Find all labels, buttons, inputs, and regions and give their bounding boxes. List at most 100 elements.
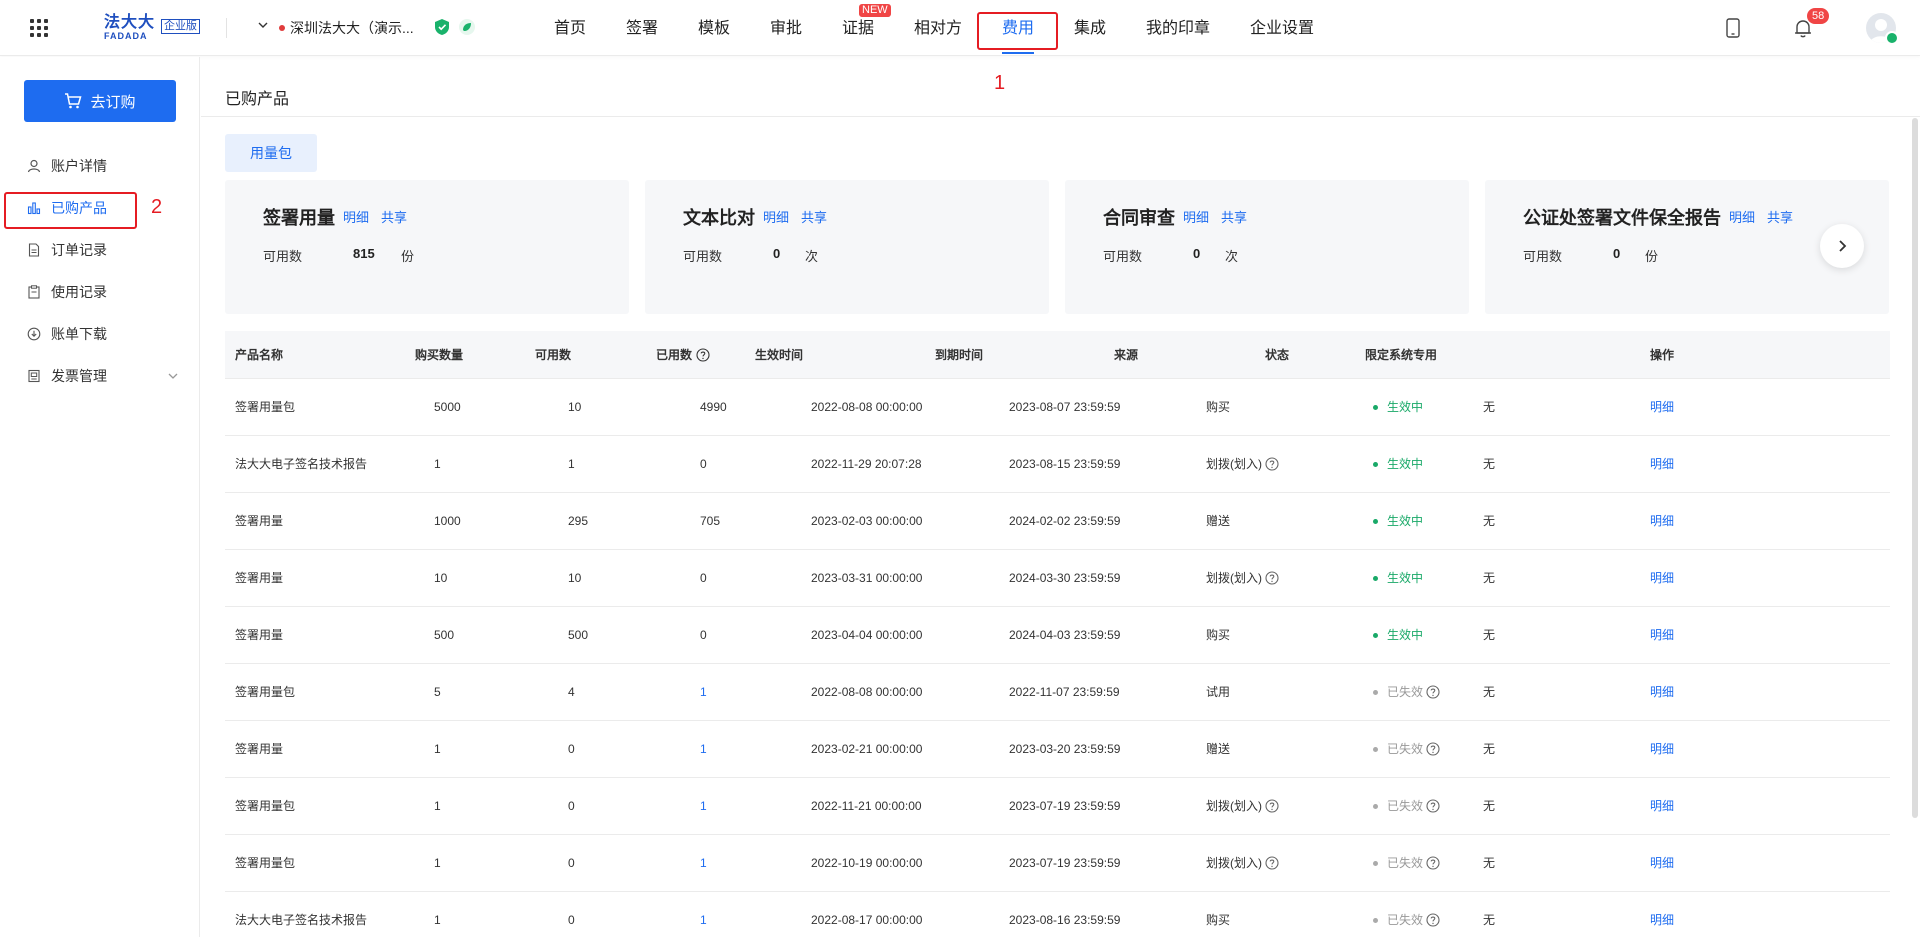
clipboard-icon xyxy=(28,285,40,299)
cell-start-time: 2022-11-21 00:00:00 xyxy=(811,799,922,813)
detail-link[interactable]: 明细 xyxy=(1650,721,1674,777)
card-label: 可用数 xyxy=(1103,249,1143,264)
chevron-down-icon[interactable] xyxy=(258,20,268,30)
cell-used: 1 xyxy=(700,799,707,813)
verified-shield-icon xyxy=(435,19,449,35)
cards-next-button[interactable] xyxy=(1820,224,1864,268)
status-dot xyxy=(1373,860,1378,866)
status-dot xyxy=(1373,689,1378,695)
go-order-button[interactable]: 去订购 xyxy=(24,80,176,122)
chevron-down-icon[interactable] xyxy=(168,371,178,381)
cell-purchased-qty: 1 xyxy=(434,856,441,870)
mobile-phone-icon[interactable] xyxy=(1725,18,1741,38)
nav-templates[interactable]: 模板 xyxy=(698,0,730,56)
cell-end-time: 2023-07-19 23:59:59 xyxy=(1009,856,1121,870)
nav-approval[interactable]: 审批 xyxy=(770,0,802,56)
card-detail-link[interactable]: 明细 xyxy=(1183,207,1209,226)
detail-link[interactable]: 明细 xyxy=(1650,835,1674,891)
cell-restricted: 无 xyxy=(1483,514,1496,528)
edition-badge: 企业版 xyxy=(161,19,200,34)
cell-end-time: 2022-11-07 23:59:59 xyxy=(1009,685,1120,699)
nav-home[interactable]: 首页 xyxy=(554,0,586,56)
cell-product-name: 法大大电子签名技术报告 xyxy=(235,457,368,471)
nav-my-seals[interactable]: 我的印章 xyxy=(1146,0,1210,56)
detail-link[interactable]: 明细 xyxy=(1650,778,1674,834)
help-icon[interactable] xyxy=(1426,799,1440,813)
help-icon[interactable] xyxy=(1265,856,1279,870)
nav-integration[interactable]: 集成 xyxy=(1074,0,1106,56)
status-dot xyxy=(1373,461,1378,467)
cell-source-label: 购买 xyxy=(1206,913,1231,927)
card-detail-link[interactable]: 明细 xyxy=(343,207,369,226)
table-row: 签署用量包 1 0 1 2022-11-21 00:00:00 2023-07-19 23… xyxy=(225,778,1890,835)
cell-status: 生效中 xyxy=(1373,607,1423,663)
table-row: 签署用量 10 10 0 2023-03-31 00:00:00 2024-03-30 2… xyxy=(225,550,1890,607)
help-icon[interactable] xyxy=(1426,913,1440,927)
tab-usage-package[interactable]: 用量包 xyxy=(225,134,317,172)
sidebar-item-usage-records[interactable]: 使用记录 xyxy=(0,277,200,307)
card-detail-link[interactable]: 明细 xyxy=(763,207,789,226)
help-icon[interactable] xyxy=(1265,571,1279,585)
status-dot xyxy=(1373,575,1378,581)
cell-used: 0 xyxy=(700,457,707,471)
cell-end-time: 2023-03-20 23:59:59 xyxy=(1009,742,1121,756)
cell-product-name: 签署用量 xyxy=(235,628,284,642)
help-icon[interactable] xyxy=(1265,799,1279,813)
usage-card-signing: 签署用量 明细 共享 可用数 815 份 xyxy=(225,180,629,314)
nav-enterprise-settings[interactable]: 企业设置 xyxy=(1250,0,1314,56)
cell-restricted: 无 xyxy=(1483,457,1496,471)
help-icon[interactable] xyxy=(696,348,710,362)
cell-used: 705 xyxy=(700,514,721,528)
help-icon[interactable] xyxy=(1426,856,1440,870)
sidebar-item-account-details[interactable]: 账户详情 xyxy=(0,151,200,181)
detail-link[interactable]: 明细 xyxy=(1650,550,1674,606)
cell-source-label: 划拨(划入) xyxy=(1206,457,1262,471)
cell-status: 已失效 xyxy=(1373,664,1440,720)
col-source: 来源 xyxy=(1114,348,1139,362)
cell-start-time: 2023-02-21 00:00:00 xyxy=(811,742,923,756)
detail-link[interactable]: 明细 xyxy=(1650,436,1674,492)
nav-counterparty[interactable]: 相对方 xyxy=(914,0,962,56)
col-status: 状态 xyxy=(1265,348,1290,362)
status-badge: 已失效 xyxy=(1387,685,1424,699)
cell-restricted: 无 xyxy=(1483,856,1496,870)
detail-link[interactable]: 明细 xyxy=(1650,892,1674,937)
status-badge: 已失效 xyxy=(1387,742,1424,756)
help-icon[interactable] xyxy=(1265,457,1279,471)
status-dot xyxy=(1373,803,1378,809)
sidebar-item-order-records[interactable]: 订单记录 xyxy=(0,235,200,265)
table-header: 产品名称 购买数量 可用数 已用数 生效时间 到期时间 来源 状态 限定系统专用… xyxy=(225,331,1890,379)
card-share-link[interactable]: 共享 xyxy=(801,207,827,226)
apps-grid-icon[interactable] xyxy=(30,19,48,37)
cell-restricted: 无 xyxy=(1483,799,1496,813)
card-detail-link[interactable]: 明细 xyxy=(1729,207,1755,226)
sidebar: 去订购 账户详情 已购产品 订单记录 使用记录 账单下载 发票管理 xyxy=(0,57,200,937)
cell-used: 1 xyxy=(700,913,707,927)
cell-product-name: 签署用量 xyxy=(235,514,284,528)
cell-start-time: 2022-08-17 00:00:00 xyxy=(811,913,923,927)
sidebar-item-bill-download[interactable]: 账单下载 xyxy=(0,319,200,349)
col-available: 可用数 xyxy=(535,348,572,362)
card-share-link[interactable]: 共享 xyxy=(381,207,407,226)
detail-link[interactable]: 明细 xyxy=(1650,493,1674,549)
cell-used: 4990 xyxy=(700,400,727,414)
status-dot xyxy=(1373,917,1378,923)
card-unit: 份 xyxy=(1645,249,1659,264)
download-icon xyxy=(27,327,41,341)
detail-link[interactable]: 明细 xyxy=(1650,379,1674,435)
logo[interactable]: 法大大 FADADA 企业版 xyxy=(104,14,214,42)
page-scrollbar[interactable] xyxy=(1912,118,1918,818)
card-share-link[interactable]: 共享 xyxy=(1767,207,1793,226)
help-icon[interactable] xyxy=(1426,685,1440,699)
nav-sign[interactable]: 签署 xyxy=(626,0,658,56)
card-share-link[interactable]: 共享 xyxy=(1221,207,1247,226)
col-purchased-qty: 购买数量 xyxy=(415,348,464,362)
org-switcher[interactable]: 深圳法大大（演示... xyxy=(290,18,414,38)
help-icon[interactable] xyxy=(1426,742,1440,756)
annotation-number-2: 2 xyxy=(151,196,163,218)
detail-link[interactable]: 明细 xyxy=(1650,664,1674,720)
status-dot xyxy=(1373,404,1378,410)
cell-start-time: 2023-03-31 00:00:00 xyxy=(811,571,923,585)
detail-link[interactable]: 明细 xyxy=(1650,607,1674,663)
table-row: 签署用量 1 0 1 2023-02-21 00:00:00 2023-03-20 23:… xyxy=(225,721,1890,778)
